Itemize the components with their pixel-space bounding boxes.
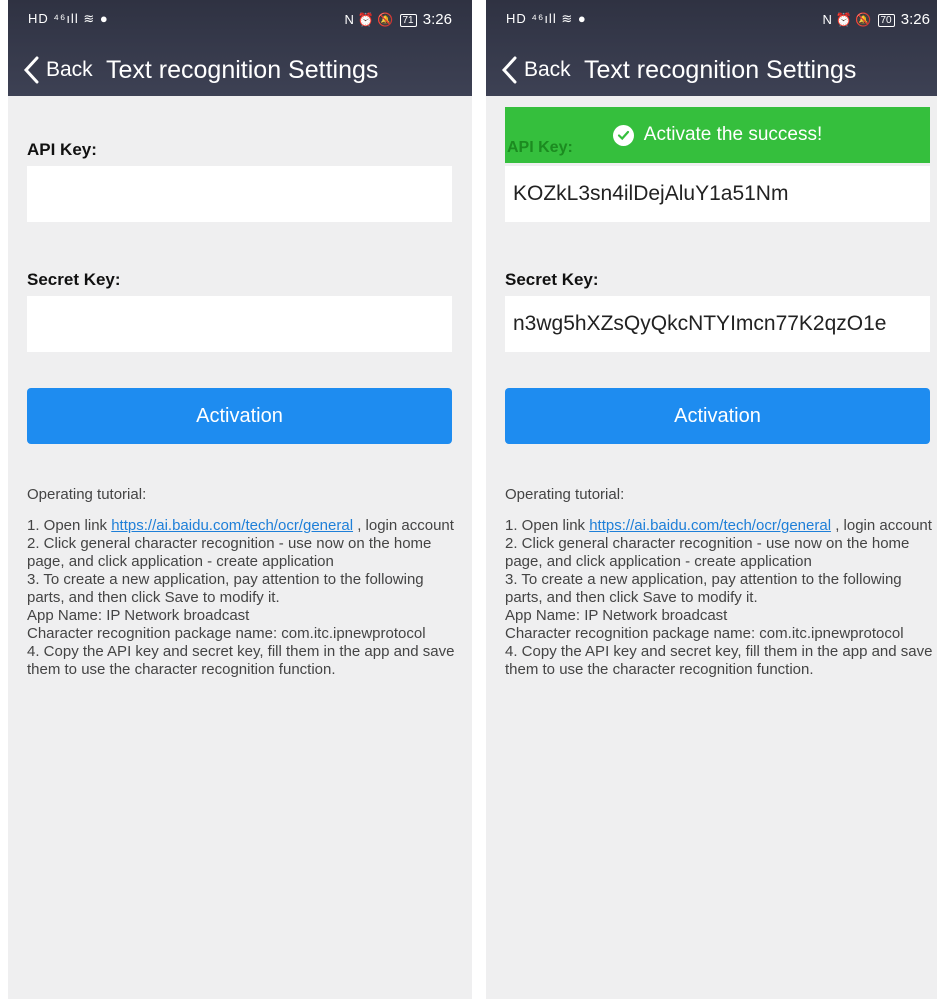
- secret-key-label: Secret Key:: [27, 270, 121, 289]
- tutorial-steps: 1. Open link https://ai.baidu.com/tech/o…: [27, 517, 459, 679]
- step-1-suffix: , login account: [353, 517, 454, 534]
- tutorial-app-name: App Name: IP Network broadcast: [505, 607, 728, 624]
- settings-screen-after: HD ⁴⁶ıll ≋ ● N ⏰ 🔕 70 3:26 Back Text reco…: [486, 0, 937, 999]
- back-button[interactable]: Back: [22, 54, 93, 86]
- toast-message: Activate the success!: [643, 124, 823, 145]
- api-key-input[interactable]: [27, 166, 452, 222]
- secret-key-input[interactable]: n3wg5hXZsQyQkcNTYImcn77K2qzO1e: [505, 296, 930, 352]
- tutorial-step-3: 3. To create a new application, pay atte…: [27, 571, 424, 606]
- page-title: Text recognition Settings: [106, 56, 379, 84]
- tutorial-step-1: 1. Open link https://ai.baidu.com/tech/o…: [505, 517, 937, 535]
- status-time: 3:26: [422, 11, 452, 28]
- battery-icon: 71: [399, 13, 417, 27]
- chevron-left-icon: [23, 56, 39, 84]
- tutorial-step-4: 4. Copy the API key and secret key, fill…: [505, 643, 933, 678]
- activation-button[interactable]: Activation: [27, 388, 452, 444]
- settings-screen-before: HD ⁴⁶ıll ≋ ● N ⏰ 🔕 71 3:26 Back Text reco…: [8, 0, 472, 999]
- status-bar-signal: HD ⁴⁶ıll ≋ ●: [28, 11, 109, 26]
- success-toast: API Key: Activate the success!: [505, 107, 930, 163]
- secret-key-label: Secret Key:: [505, 270, 599, 289]
- tutorial-package-name: Character recognition package name: com.…: [505, 625, 904, 642]
- chevron-left-icon: [501, 56, 517, 84]
- tutorial-step-1: 1. Open link https://ai.baidu.com/tech/o…: [27, 517, 459, 535]
- header-bar: HD ⁴⁶ıll ≋ ● N ⏰ 🔕 70 3:26 Back Text reco…: [486, 0, 937, 96]
- tutorial-step-3: 3. To create a new application, pay atte…: [505, 571, 902, 606]
- status-icons: N ⏰ 🔕: [344, 12, 394, 27]
- step-1-suffix: , login account: [831, 517, 932, 534]
- api-key-label: API Key:: [507, 139, 573, 156]
- secret-key-input[interactable]: [27, 296, 452, 352]
- back-button[interactable]: Back: [500, 54, 571, 86]
- api-key-input[interactable]: KOZkL3sn4ilDejAluY1a51Nm: [505, 166, 930, 222]
- tutorial-app-name: App Name: IP Network broadcast: [27, 607, 250, 624]
- status-bar-right: N ⏰ 🔕 70 3:26: [823, 11, 931, 28]
- page-title: Text recognition Settings: [584, 56, 857, 84]
- tutorial-package-name: Character recognition package name: com.…: [27, 625, 426, 642]
- battery-icon: 70: [877, 13, 895, 27]
- status-icons: N ⏰ 🔕: [822, 12, 872, 27]
- back-label: Back: [46, 58, 93, 81]
- tutorial-step-4: 4. Copy the API key and secret key, fill…: [27, 643, 455, 678]
- header-bar: HD ⁴⁶ıll ≋ ● N ⏰ 🔕 71 3:26 Back Text reco…: [8, 0, 472, 96]
- baidu-ocr-link[interactable]: https://ai.baidu.com/tech/ocr/general: [111, 517, 353, 534]
- baidu-ocr-link[interactable]: https://ai.baidu.com/tech/ocr/general: [589, 517, 831, 534]
- api-key-label: API Key:: [27, 140, 97, 159]
- activation-button[interactable]: Activation: [505, 388, 930, 444]
- step-1-text: 1. Open link: [27, 517, 112, 534]
- status-bar-right: N ⏰ 🔕 71 3:26: [345, 11, 453, 28]
- tutorial-steps: 1. Open link https://ai.baidu.com/tech/o…: [505, 517, 937, 679]
- status-time: 3:26: [900, 11, 930, 28]
- check-circle-icon: [612, 124, 634, 146]
- tutorial-title: Operating tutorial:: [505, 486, 625, 503]
- back-label: Back: [524, 58, 571, 81]
- tutorial-title: Operating tutorial:: [27, 486, 147, 503]
- status-bar-signal: HD ⁴⁶ıll ≋ ●: [506, 11, 587, 26]
- tutorial-step-2: 2. Click general character recognition -…: [27, 535, 432, 570]
- tutorial-step-2: 2. Click general character recognition -…: [505, 535, 910, 570]
- step-1-text: 1. Open link: [505, 517, 590, 534]
